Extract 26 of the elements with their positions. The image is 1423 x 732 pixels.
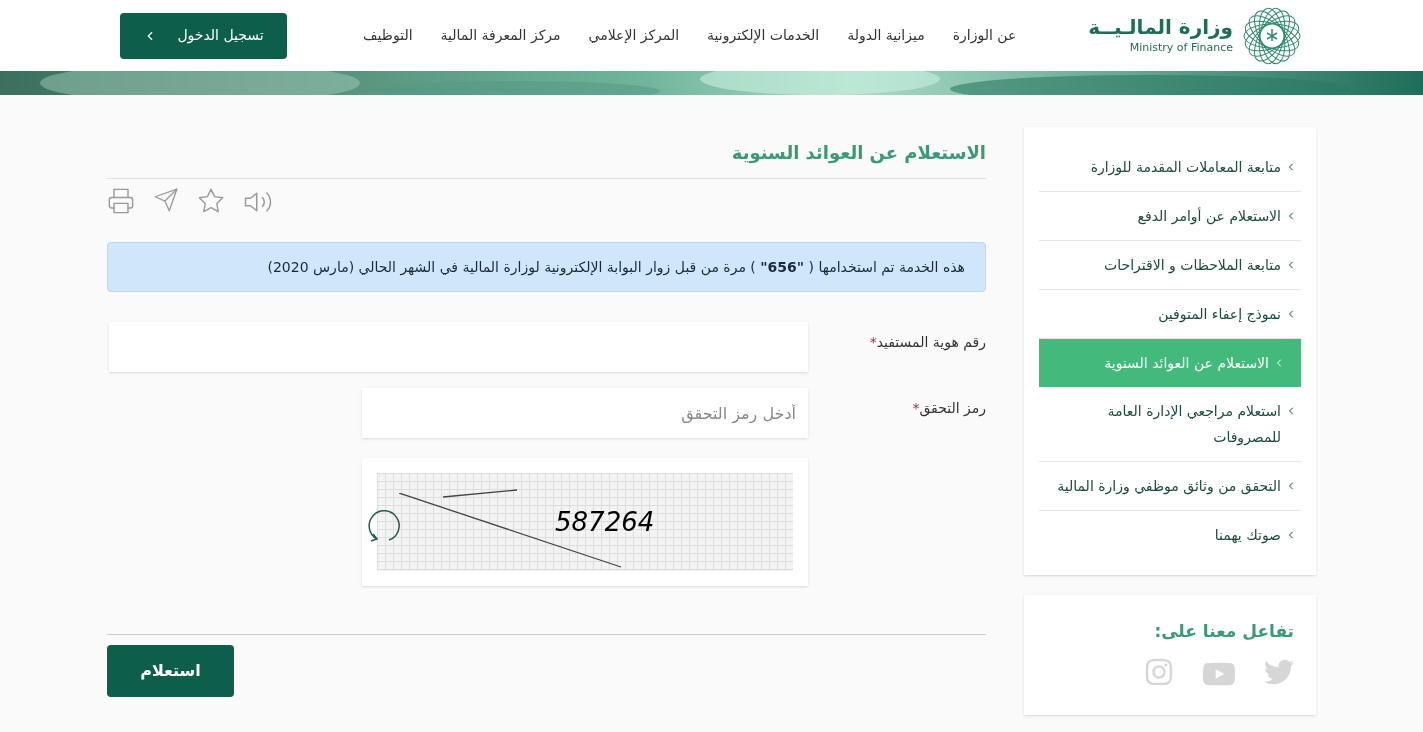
nav-link[interactable]: المركز الإعلامي bbox=[588, 25, 680, 46]
nav-link[interactable]: ميزانية الدولة bbox=[847, 25, 925, 46]
login-button[interactable]: تسجيل الدخول bbox=[120, 12, 287, 59]
nav-link[interactable]: عن الوزارة bbox=[952, 25, 1017, 46]
social-title: تفاعل معنا على: bbox=[1153, 620, 1294, 643]
print-icon[interactable] bbox=[107, 187, 135, 215]
captcha-code: 587264 bbox=[555, 506, 655, 539]
page-title: الاستعلام عن العوائد السنوية bbox=[107, 127, 986, 179]
sidebar-item[interactable]: استعلام مراجعي الإدارة العامة للمصروفات bbox=[1039, 387, 1301, 462]
instagram-icon[interactable] bbox=[1144, 656, 1174, 687]
nav-link[interactable]: مركز المعرفة المالية bbox=[440, 25, 561, 46]
logo-subtitle: Ministry of Finance bbox=[1129, 39, 1233, 56]
nav-link[interactable]: التوظيف bbox=[363, 25, 413, 46]
sidebar-item[interactable]: متابعة الملاحظات و الاقتراحات bbox=[1039, 241, 1301, 290]
sidebar-item[interactable]: الاستعلام عن أوامر الدفع bbox=[1039, 192, 1301, 241]
field-label: رمز التحقق* bbox=[911, 399, 986, 419]
share-icon[interactable] bbox=[153, 187, 179, 213]
submit-button[interactable]: استعلام bbox=[107, 645, 234, 697]
sidebar-item[interactable]: متابعة المعاملات المقدمة للوزارة bbox=[1039, 143, 1301, 192]
nav-link[interactable]: الخدمات الإلكترونية bbox=[707, 25, 820, 46]
logo-title: وزارة المالـيــة bbox=[1088, 14, 1233, 40]
input-field[interactable] bbox=[109, 322, 808, 372]
field-label: رقم هوية المستفيد* bbox=[868, 333, 986, 353]
sidebar-item[interactable]: صوتك يهمنا bbox=[1039, 511, 1301, 559]
sidebar-item[interactable]: التحقق من وثائق موظفي وزارة المالية bbox=[1039, 462, 1301, 511]
star-icon[interactable] bbox=[197, 187, 225, 215]
